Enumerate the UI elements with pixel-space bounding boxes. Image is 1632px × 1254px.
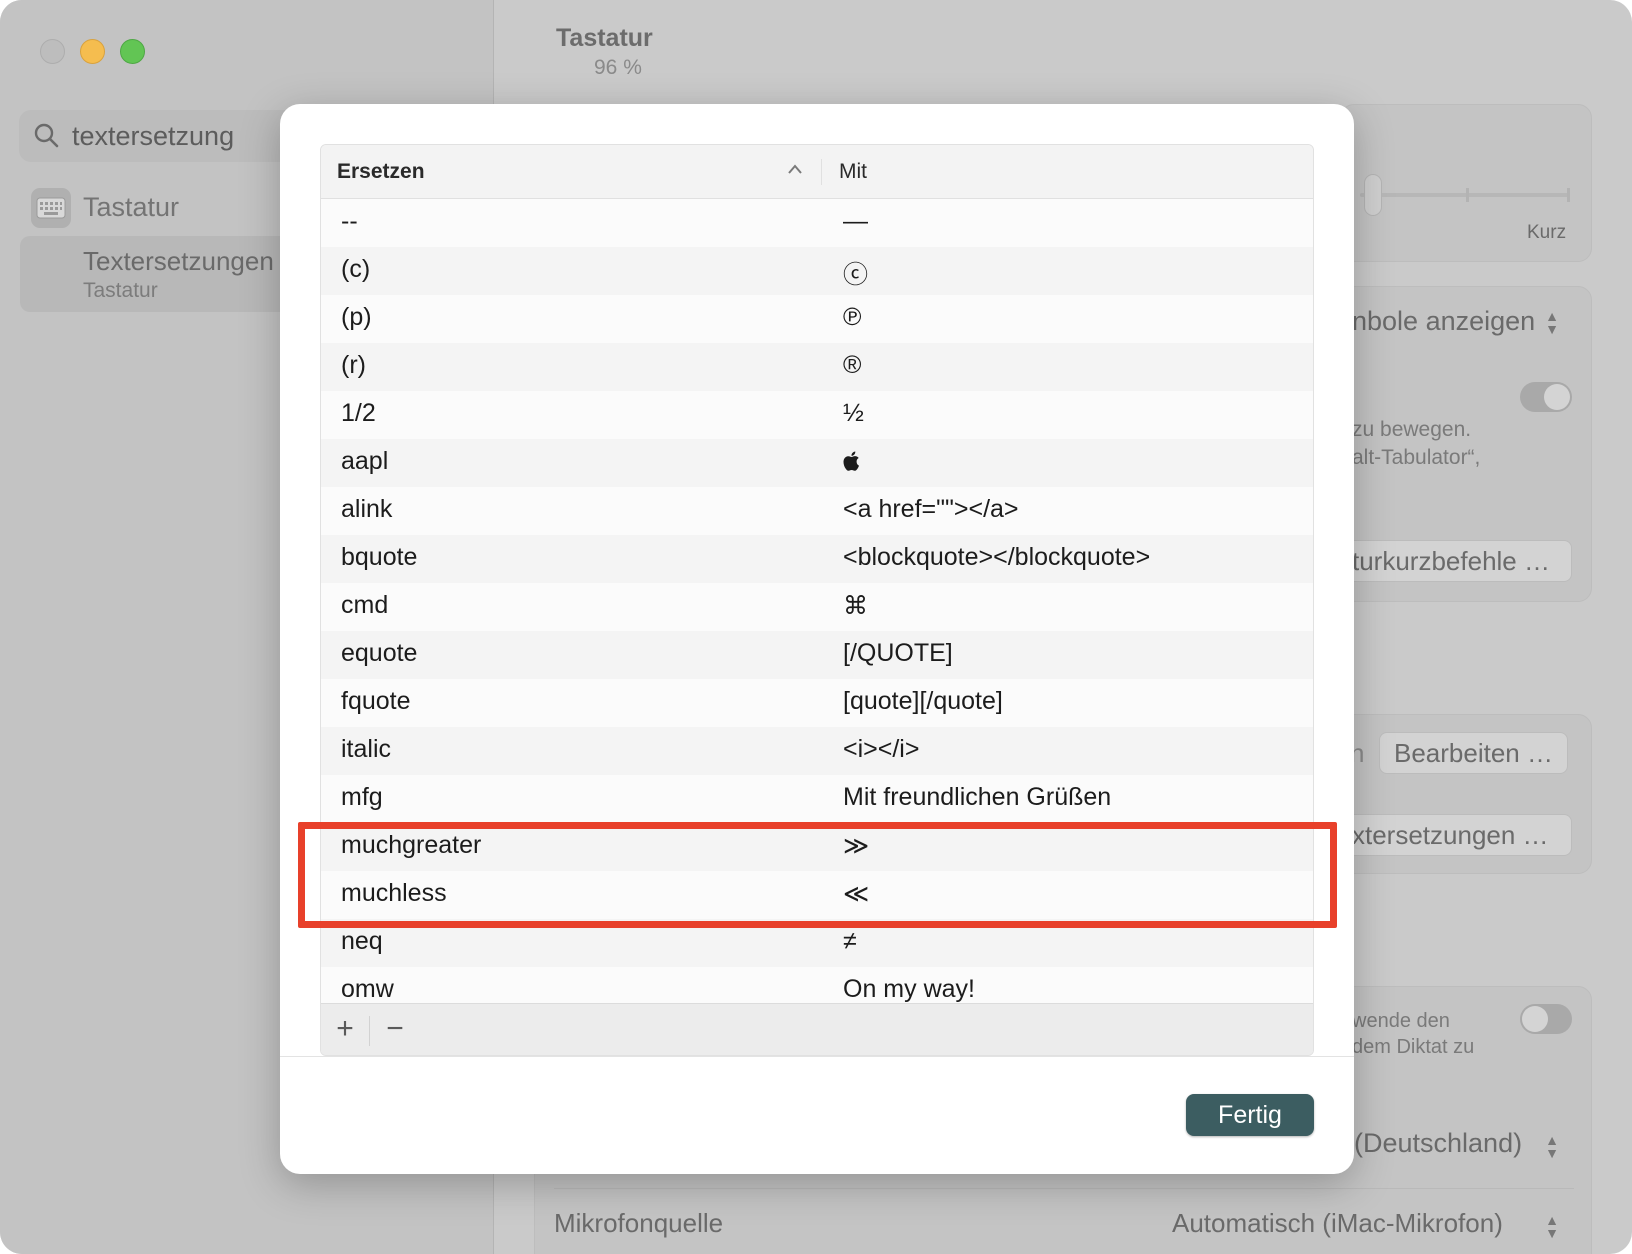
table-row[interactable]: mfg Mit freundlichen Grüßen xyxy=(321,775,1313,823)
sidebar-item-label: Tastatur xyxy=(83,192,180,222)
symbols-popup-stepper-icon[interactable]: ▲ ▼ xyxy=(1541,308,1563,338)
replace-cell: alink xyxy=(341,495,393,523)
table-header: Ersetzen Mit xyxy=(321,145,1313,199)
edit-input-sources-button[interactable]: Bearbeiten … xyxy=(1379,732,1568,774)
sheet-divider xyxy=(280,1056,1354,1057)
with-cell: ½ xyxy=(843,399,864,427)
replace-cell: equote xyxy=(341,639,418,667)
dictation-description-2: dem Diktat zu xyxy=(1352,1036,1475,1058)
keyboard-icon xyxy=(31,188,71,228)
column-header-with[interactable]: Mit xyxy=(839,160,867,184)
with-cell: On my way! xyxy=(843,975,975,1003)
apple-logo-icon xyxy=(843,451,859,471)
slider-tick xyxy=(1567,188,1570,202)
with-cell: ⓒ xyxy=(843,261,869,289)
with-cell: Mit freundlichen Grüßen xyxy=(843,783,1112,811)
symbols-popup-label[interactable]: nbole anzeigen xyxy=(1352,306,1535,337)
replace-cell: bquote xyxy=(341,543,418,571)
table-footer: + − xyxy=(321,1003,1313,1055)
replace-cell: aapl xyxy=(341,447,389,475)
table-row[interactable]: cmd ⌘ xyxy=(321,583,1313,631)
done-button[interactable]: Fertig xyxy=(1186,1094,1314,1136)
with-cell: [quote][/quote] xyxy=(843,687,1003,715)
replace-cell: fquote xyxy=(341,687,411,715)
replace-cell: mfg xyxy=(341,783,383,811)
table-row[interactable]: omw On my way! xyxy=(321,967,1313,1003)
replace-cell: (r) xyxy=(341,351,366,379)
navigation-description-2: alt-Tabulator“, xyxy=(1352,446,1481,469)
language-stepper-icon[interactable]: ▲ ▼ xyxy=(1541,1132,1563,1162)
panel-divider xyxy=(554,1188,1574,1189)
table-row[interactable]: (p) ℗ xyxy=(321,295,1313,343)
replace-cell: (c) xyxy=(341,255,371,283)
footer-divider xyxy=(369,1016,370,1046)
with-cell: <a href=""></a> xyxy=(843,495,1019,523)
with-cell: [/QUOTE] xyxy=(843,639,953,667)
table-row[interactable]: (c) ⓒ xyxy=(321,247,1313,295)
replace-cell: -- xyxy=(341,207,358,235)
column-divider[interactable] xyxy=(821,159,822,185)
table-row[interactable]: aapl xyxy=(321,439,1313,487)
highlight-annotation xyxy=(298,822,1337,928)
keyboard-shortcuts-button[interactable]: turkurzbefehle … xyxy=(1338,540,1572,582)
table-row[interactable]: -- — xyxy=(321,199,1313,247)
language-popup-value[interactable]: (Deutschland) xyxy=(1354,1128,1522,1159)
key-repeat-slider-thumb[interactable] xyxy=(1364,174,1382,216)
sidebar-item-subtitle: Tastatur xyxy=(83,279,158,302)
table-row[interactable]: italic <i></i> xyxy=(321,727,1313,775)
with-cell xyxy=(843,447,861,479)
slider-tick xyxy=(1466,188,1469,202)
slider-label-kurz: Kurz xyxy=(1527,222,1567,243)
keyboard-navigation-toggle[interactable] xyxy=(1520,382,1572,412)
with-cell: — xyxy=(843,207,868,235)
search-input[interactable]: textersetzung xyxy=(72,121,234,152)
table-row[interactable]: bquote <blockquote></blockquote> xyxy=(321,535,1313,583)
replace-cell: omw xyxy=(341,975,394,1003)
sidebar-item-title: Textersetzungen xyxy=(83,246,274,276)
with-cell: <i></i> xyxy=(843,735,920,763)
text-replacements-sheet: Ersetzen Mit -- — (c) ⓒ (p) ℗ (r) ® 1/2 ½ aap… xyxy=(280,104,1354,1174)
search-icon xyxy=(34,123,59,148)
with-cell: ≠ xyxy=(843,927,857,955)
with-cell: ⌘ xyxy=(843,592,868,620)
text-replacements-button[interactable]: xtersetzungen … xyxy=(1338,814,1572,856)
replace-cell: cmd xyxy=(341,591,389,619)
sidebar-item-textersetzungen[interactable]: Textersetzungen Tastatur xyxy=(20,236,320,312)
page-title: Tastatur xyxy=(556,24,653,52)
replace-cell: neq xyxy=(341,927,383,955)
with-cell: ℗ xyxy=(843,303,862,331)
replace-cell: (p) xyxy=(341,303,372,331)
dictation-description-1: wende den xyxy=(1352,1010,1450,1032)
zoom-window-button[interactable] xyxy=(120,39,145,64)
table-row[interactable]: (r) ® xyxy=(321,343,1313,391)
search-field[interactable]: textersetzung xyxy=(19,110,319,162)
column-header-replace[interactable]: Ersetzen xyxy=(337,160,425,184)
with-cell: <blockquote></blockquote> xyxy=(843,543,1151,571)
table-row[interactable]: 1/2 ½ xyxy=(321,391,1313,439)
with-cell: ® xyxy=(843,351,862,379)
table-row[interactable]: alink <a href=""></a> xyxy=(321,487,1313,535)
navigation-description-1: zu bewegen. xyxy=(1352,418,1472,441)
page-subtitle: 96 % xyxy=(594,56,642,79)
remove-replacement-button[interactable]: − xyxy=(373,1012,417,1048)
microphone-source-label: Mikrofonquelle xyxy=(554,1208,724,1238)
close-window-button[interactable] xyxy=(40,39,65,64)
minimize-window-button[interactable] xyxy=(80,39,105,64)
sort-ascending-icon[interactable] xyxy=(787,163,803,175)
replace-cell: 1/2 xyxy=(341,399,376,427)
table-row[interactable]: equote [/QUOTE] xyxy=(321,631,1313,679)
key-repeat-slider-track[interactable] xyxy=(1360,193,1570,197)
microphone-source-value[interactable]: Automatisch (iMac-Mikrofon) xyxy=(1172,1208,1503,1239)
add-replacement-button[interactable]: + xyxy=(323,1012,367,1048)
replace-cell: italic xyxy=(341,735,392,763)
microphone-stepper-icon[interactable]: ▲ ▼ xyxy=(1541,1212,1563,1242)
table-row[interactable]: fquote [quote][/quote] xyxy=(321,679,1313,727)
dictation-toggle[interactable] xyxy=(1520,1004,1572,1034)
